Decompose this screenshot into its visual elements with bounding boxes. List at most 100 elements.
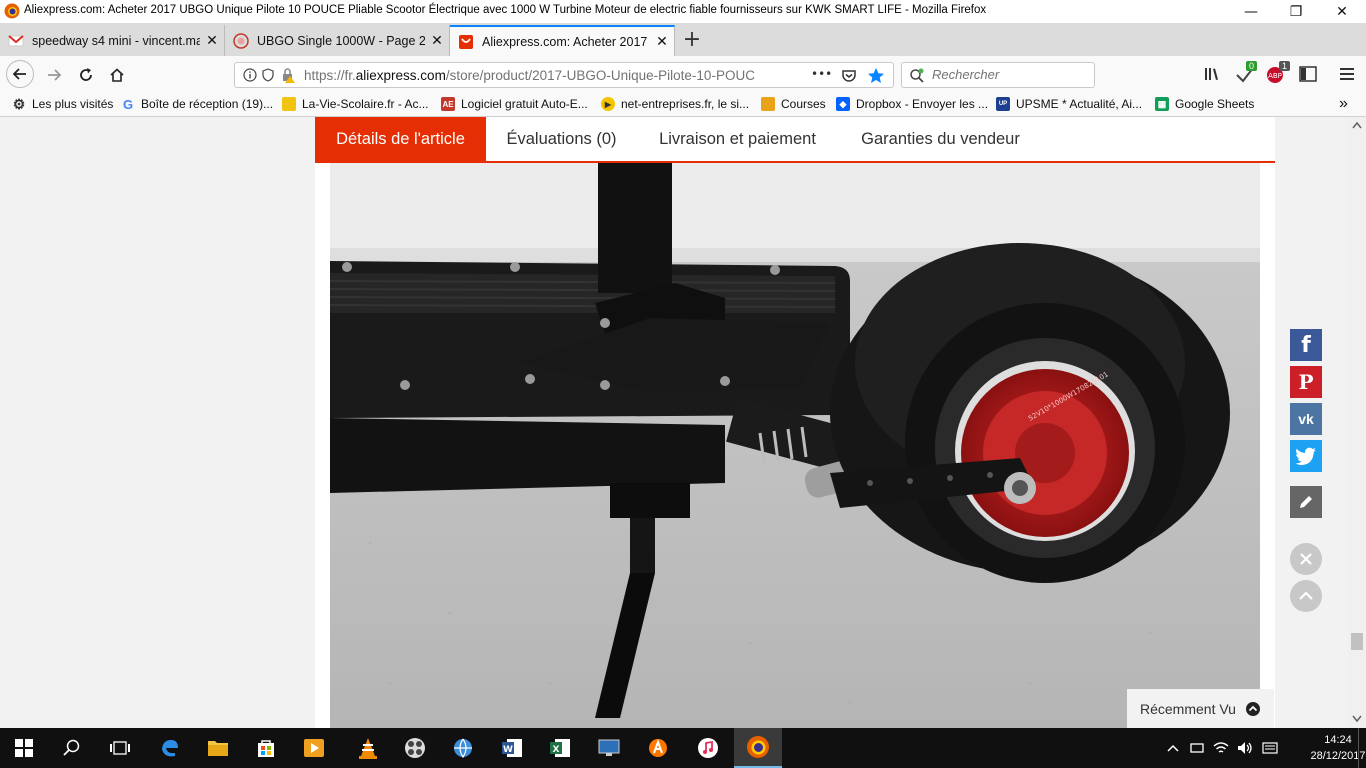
forward-button[interactable]	[40, 61, 68, 89]
firefox-logo-icon	[4, 3, 20, 19]
adblock-button[interactable]: ABP 1	[1266, 61, 1292, 85]
close-window-button[interactable]: ✕	[1319, 0, 1365, 23]
pocket-icon[interactable]	[841, 68, 857, 84]
itunes-taskbar-button[interactable]	[684, 728, 732, 768]
maximize-button[interactable]: ❐	[1273, 0, 1319, 23]
tab-shipping-payment[interactable]: Livraison et paiement	[637, 117, 838, 161]
bookmark-google-sheets[interactable]: ▦ Google Sheets	[1155, 95, 1254, 113]
firefox-taskbar-button[interactable]	[734, 728, 782, 768]
reload-icon	[80, 68, 92, 81]
bookmark-upsme[interactable]: UP UPSME * Actualité, Ai...	[996, 95, 1142, 113]
film-reel-icon	[405, 738, 425, 758]
tab-reviews[interactable]: Évaluations (0)	[486, 117, 637, 161]
chevron-up-icon	[1299, 591, 1313, 600]
menu-hamburger-icon[interactable]	[1339, 67, 1355, 81]
wifi-icon	[1213, 742, 1229, 753]
sidebar-toggle-icon[interactable]	[1299, 66, 1317, 82]
bookmark-dropbox[interactable]: ◆ Dropbox - Envoyer les ...	[836, 95, 988, 113]
bookmark-star-icon[interactable]	[867, 67, 885, 85]
url-text[interactable]: https://fr.aliexpress.com/store/product/…	[304, 68, 774, 83]
tray-device-button[interactable]	[1187, 728, 1207, 768]
tab-seller-guarantees[interactable]: Garanties du vendeur	[838, 117, 1043, 161]
search-bar[interactable]	[901, 62, 1095, 88]
scroll-down-arrow-icon[interactable]	[1352, 715, 1362, 723]
tab-gmail[interactable]: speedway s4 mini - vincent.ma ✕	[0, 25, 225, 56]
tab-aliexpress[interactable]: Aliexpress.com: Acheter 2017 U ✕	[450, 25, 675, 56]
bookmark-label: Courses	[781, 97, 826, 111]
monitor-icon	[598, 739, 620, 756]
scrollbar-thumb[interactable]	[1351, 633, 1363, 650]
task-view-button[interactable]	[96, 728, 144, 768]
facebook-share-button[interactable]: f	[1290, 329, 1322, 361]
remote-desktop-taskbar-button[interactable]	[585, 728, 633, 768]
reload-button[interactable]	[72, 61, 100, 89]
aliexpress-icon	[459, 34, 473, 49]
tracking-shield-icon[interactable]	[262, 68, 274, 82]
scroll-to-top-button[interactable]	[1290, 580, 1322, 612]
bookmark-gmail-inbox[interactable]: G Boîte de réception (19)...	[121, 95, 273, 113]
bookmark-courses[interactable]: Courses	[761, 95, 826, 113]
media-player-taskbar-button[interactable]	[290, 728, 338, 768]
lock-warning-icon[interactable]	[280, 67, 296, 83]
tray-network-button[interactable]	[1211, 728, 1231, 768]
library-icon[interactable]	[1203, 65, 1221, 83]
home-button[interactable]	[103, 61, 131, 89]
vlc-taskbar-button[interactable]	[344, 728, 392, 768]
adblock-badge: 1	[1279, 61, 1291, 71]
extension-green-button[interactable]: 0	[1234, 61, 1258, 85]
app-taskbar-button[interactable]	[391, 728, 439, 768]
edit-feedback-button[interactable]	[1290, 486, 1322, 518]
close-tab-icon[interactable]: ✕	[425, 32, 449, 49]
window-titlebar: Aliexpress.com: Acheter 2017 UBGO Unique…	[0, 0, 1366, 24]
search-input[interactable]	[932, 67, 1082, 82]
magnifier-icon	[63, 739, 80, 756]
tray-overflow-button[interactable]	[1163, 728, 1183, 768]
word-taskbar-button[interactable]: W	[488, 728, 536, 768]
chevron-up-icon	[1167, 744, 1179, 752]
close-sidebar-button[interactable]	[1290, 543, 1322, 575]
tray-language-button[interactable]	[1259, 728, 1281, 768]
gear-icon: ⚙	[12, 95, 26, 112]
page-actions-button[interactable]: •••	[811, 67, 832, 81]
avast-taskbar-button[interactable]	[634, 728, 682, 768]
url-bar[interactable]: https://fr.aliexpress.com/store/product/…	[234, 62, 894, 88]
twitter-share-button[interactable]	[1290, 440, 1322, 472]
word-icon: W	[502, 739, 522, 757]
close-icon	[1300, 553, 1312, 565]
bookmark-vie-scolaire[interactable]: La-Vie-Scolaire.fr - Ac...	[282, 95, 429, 113]
show-desktop-button[interactable]	[1358, 728, 1366, 768]
tab-ubgo-forum[interactable]: UBGO Single 1000W - Page 2 - A ✕	[225, 25, 450, 56]
folder-icon	[208, 741, 228, 756]
excel-icon: X	[550, 739, 570, 757]
bookmark-auto-entrepreneur[interactable]: AE Logiciel gratuit Auto-E...	[441, 95, 588, 113]
close-tab-icon[interactable]: ✕	[650, 33, 674, 50]
vk-share-button[interactable]: vk	[1290, 403, 1322, 435]
bookmark-most-visited[interactable]: ⚙ Les plus visités	[12, 95, 114, 113]
bookmark-net-entreprises[interactable]: ▶ net-entreprises.fr, le si...	[601, 95, 749, 113]
explorer-taskbar-button[interactable]	[194, 728, 242, 768]
tray-volume-button[interactable]	[1235, 728, 1255, 768]
school-icon	[282, 97, 296, 111]
start-button[interactable]	[0, 728, 48, 768]
bookmarks-overflow-button[interactable]: »	[1339, 95, 1348, 113]
product-tabs: Détails de l'article Évaluations (0) Liv…	[315, 117, 1275, 163]
store-bag-icon	[258, 740, 274, 757]
close-tab-icon[interactable]: ✕	[200, 32, 224, 49]
back-arrow-icon	[12, 68, 26, 80]
minimize-button[interactable]: —	[1228, 0, 1274, 23]
network-app-taskbar-button[interactable]	[439, 728, 487, 768]
product-photo: 52V10*1000W170825101	[330, 163, 1260, 728]
store-taskbar-button[interactable]	[242, 728, 290, 768]
tab-article-details[interactable]: Détails de l'article	[315, 117, 486, 161]
pinterest-share-button[interactable]: P	[1290, 366, 1322, 398]
back-button[interactable]	[6, 60, 34, 88]
excel-taskbar-button[interactable]: X	[536, 728, 584, 768]
search-taskbar-button[interactable]	[48, 728, 96, 768]
pencil-icon	[1300, 496, 1312, 508]
page-scrollbar[interactable]	[1348, 117, 1366, 728]
scroll-up-arrow-icon[interactable]	[1352, 121, 1362, 129]
new-tab-button[interactable]: +	[680, 27, 704, 53]
info-icon[interactable]	[243, 68, 257, 82]
edge-taskbar-button[interactable]	[146, 728, 194, 768]
recently-viewed-button[interactable]: Récemment Vu	[1127, 689, 1274, 728]
